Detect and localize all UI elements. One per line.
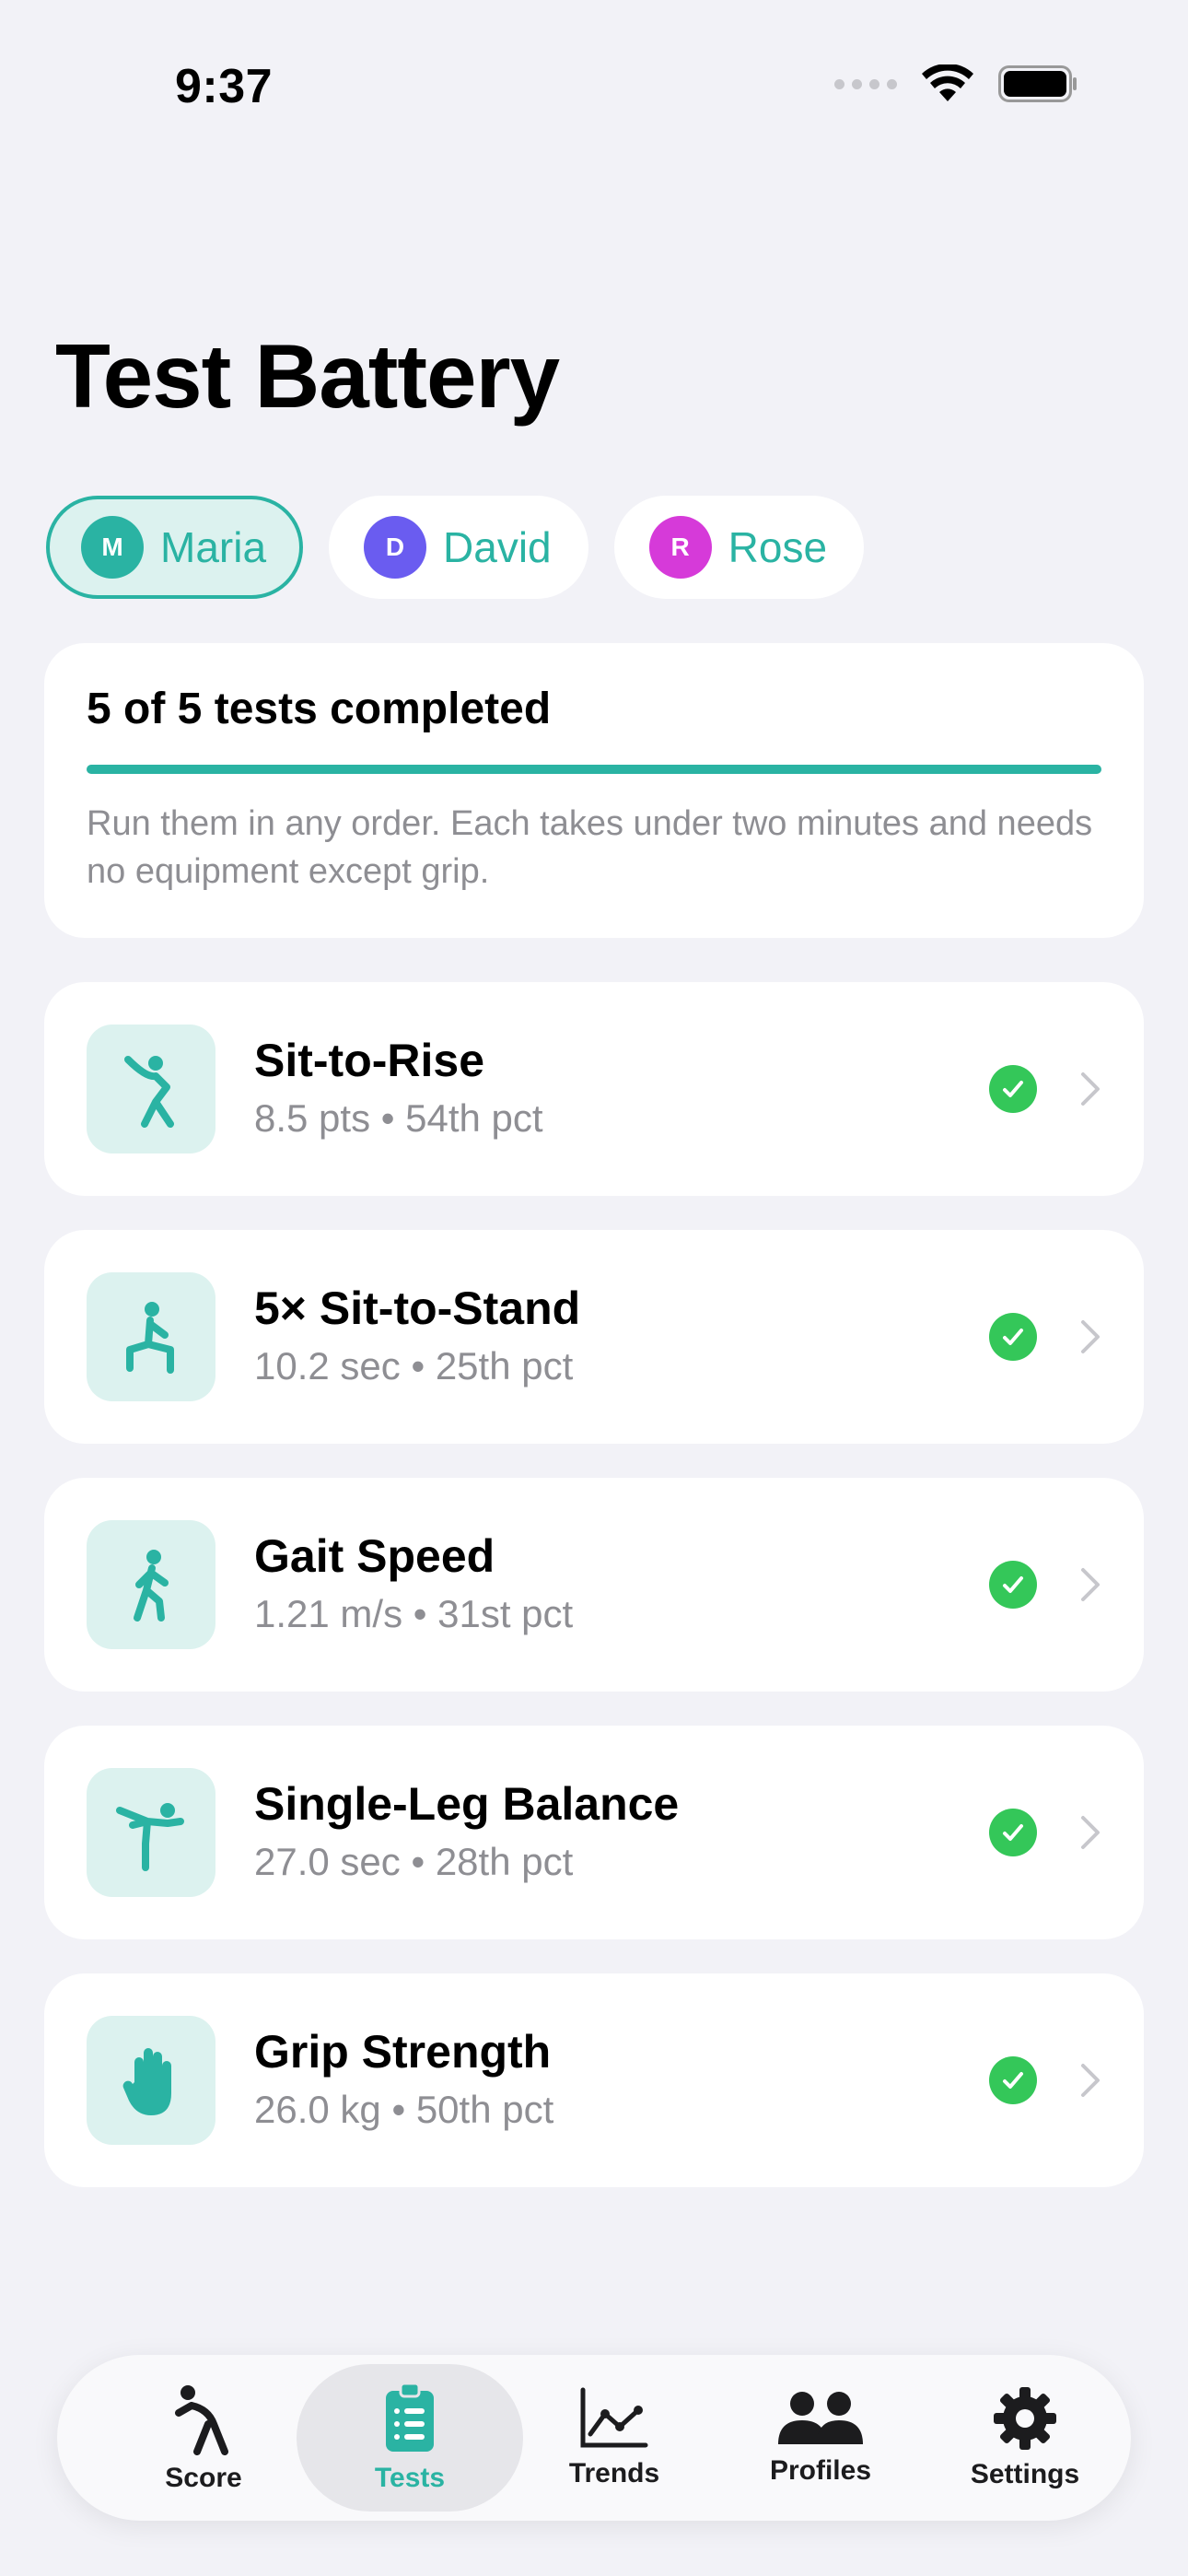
avatar: M: [81, 516, 144, 579]
cellular-signal-icon: [834, 78, 897, 89]
test-icon-box: [87, 1025, 215, 1153]
profile-name: David: [443, 523, 552, 571]
tab-score[interactable]: Score: [90, 2364, 317, 2512]
tab-settings[interactable]: Settings: [912, 2364, 1138, 2512]
test-row-sit-to-stand[interactable]: 5× Sit-to-Stand 10.2 sec • 25th pct: [44, 1230, 1144, 1444]
chevron-right-icon: [1081, 1816, 1100, 1849]
test-list: Sit-to-Rise 8.5 pts • 54th pct 5× Sit-to…: [44, 982, 1144, 2221]
checkmark-icon: [989, 2056, 1037, 2104]
test-name: Grip Strength: [254, 2026, 552, 2078]
profile-chip-maria[interactable]: M Maria: [46, 496, 304, 599]
test-result: 8.5 pts • 54th pct: [254, 1096, 543, 1140]
test-result: 10.2 sec • 25th pct: [254, 1344, 574, 1388]
tab-bar: Score Tests Trends Profiles Settings: [57, 2355, 1131, 2521]
chevron-right-icon: [1081, 2064, 1100, 2097]
checkmark-icon: [989, 1313, 1037, 1361]
figure-run-icon: [175, 2385, 228, 2455]
test-name: Gait Speed: [254, 1530, 495, 1582]
progress-bar: [87, 765, 1101, 774]
status-time: 9:37: [175, 60, 274, 113]
battery-icon: [998, 65, 1077, 102]
test-name: Single-Leg Balance: [254, 1778, 680, 1830]
people-icon: [778, 2392, 863, 2444]
test-icon-box: [87, 1520, 215, 1649]
progress-card: 5 of 5 tests completed Run them in any o…: [44, 643, 1144, 938]
gear-icon: [994, 2387, 1056, 2450]
line-chart-icon: [580, 2387, 648, 2448]
tab-profiles[interactable]: Profiles: [707, 2364, 934, 2512]
checkmark-icon: [989, 1809, 1037, 1856]
test-result: 1.21 m/s • 31st pct: [254, 1592, 574, 1635]
chevron-right-icon: [1081, 1072, 1100, 1106]
progress-bar-fill: [87, 765, 1101, 774]
profile-name: Rose: [728, 523, 828, 571]
tab-tests[interactable]: Tests: [297, 2364, 523, 2512]
checkmark-icon: [989, 1561, 1037, 1609]
test-result: 26.0 kg • 50th pct: [254, 2088, 554, 2131]
test-icon-box: [87, 1768, 215, 1897]
avatar: R: [648, 516, 712, 579]
profile-selector: M Maria D David R Rose: [46, 496, 865, 599]
tab-label: Score: [165, 2463, 242, 2493]
wifi-icon: [922, 64, 973, 101]
profile-name: Maria: [160, 523, 267, 571]
tab-label: Profiles: [769, 2455, 872, 2486]
walking-figure-icon: [134, 1550, 169, 1622]
test-icon-box: [87, 2016, 215, 2145]
checkmark-icon: [989, 1065, 1037, 1113]
test-result: 27.0 sec • 28th pct: [254, 1840, 574, 1883]
test-row-sit-to-rise[interactable]: Sit-to-Rise 8.5 pts • 54th pct: [44, 982, 1144, 1196]
lunge-figure-icon: [126, 1302, 174, 1374]
test-row-gait-speed[interactable]: Gait Speed 1.21 m/s • 31st pct: [44, 1478, 1144, 1692]
tab-trends[interactable]: Trends: [501, 2364, 728, 2512]
chevron-right-icon: [1081, 1568, 1100, 1601]
progress-description: Run them in any order. Each takes under …: [87, 804, 1093, 891]
status-icons: [834, 64, 1077, 103]
test-icon-box: [87, 1272, 215, 1401]
profile-chip-david[interactable]: D David: [329, 496, 588, 599]
tab-label: Settings: [970, 2459, 1080, 2489]
page-title: Test Battery: [55, 325, 560, 427]
test-row-grip-strength[interactable]: Grip Strength 26.0 kg • 50th pct: [44, 1973, 1144, 2187]
status-bar: 9:37: [0, 0, 1188, 175]
test-name: Sit-to-Rise: [254, 1035, 484, 1086]
tab-label: Tests: [374, 2463, 446, 2493]
hand-icon: [122, 2048, 171, 2115]
profile-chip-rose[interactable]: R Rose: [613, 496, 865, 599]
tab-label: Trends: [568, 2458, 660, 2488]
stretch-figure-icon: [124, 1056, 174, 1128]
test-name: 5× Sit-to-Stand: [254, 1282, 581, 1334]
avatar: D: [364, 516, 427, 579]
test-row-single-leg-balance[interactable]: Single-Leg Balance 27.0 sec • 28th pct: [44, 1726, 1144, 1939]
balance-figure-icon: [116, 1803, 184, 1871]
chevron-right-icon: [1081, 1320, 1100, 1353]
progress-title: 5 of 5 tests completed: [87, 685, 552, 733]
clipboard-list-icon: [386, 2382, 434, 2452]
